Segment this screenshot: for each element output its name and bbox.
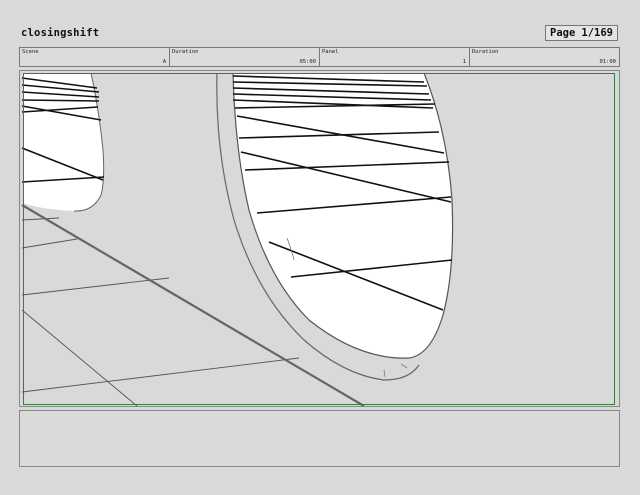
panel-duration-value: 01:00	[599, 59, 616, 65]
panel-value: 1	[462, 59, 466, 65]
panel-label: Panel	[322, 49, 339, 55]
scene-duration-value: 05:00	[299, 59, 316, 65]
page-number: 1/169	[581, 27, 613, 39]
panel-notes-box[interactable]	[19, 410, 620, 467]
panel-cell: Panel 1	[320, 48, 470, 66]
scene-duration-cell: Duration 05:00	[170, 48, 320, 66]
scene-value: A	[162, 59, 166, 65]
safe-area-frame	[23, 73, 615, 405]
scene-duration-label: Duration	[172, 49, 199, 55]
panel-info-bar: Scene A Duration 05:00 Panel 1 Duration …	[19, 47, 620, 67]
scene-cell: Scene A	[20, 48, 170, 66]
scene-label: Scene	[22, 49, 39, 55]
panel-duration-cell: Duration 01:00	[470, 48, 619, 66]
page-label: Page	[550, 27, 576, 39]
panel-duration-label: Duration	[472, 49, 499, 55]
page-indicator: Page 1/169	[545, 25, 618, 41]
project-title: closingshift	[21, 27, 100, 39]
